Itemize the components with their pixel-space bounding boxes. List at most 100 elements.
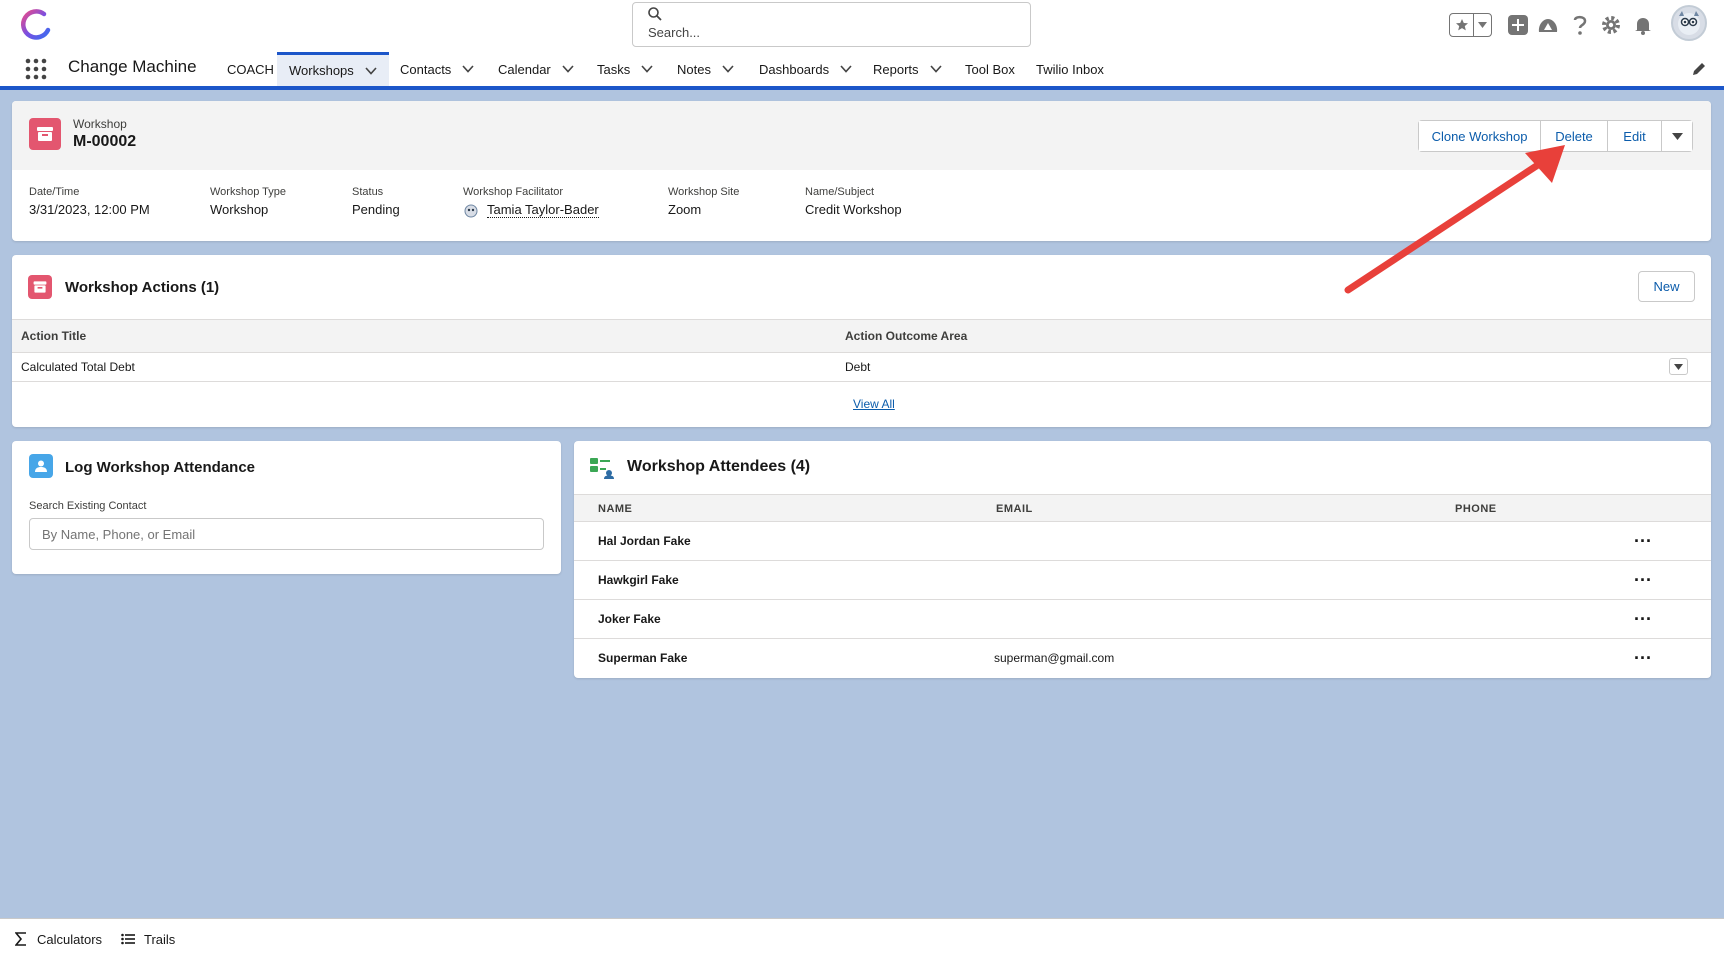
chevron-down-icon[interactable] xyxy=(839,62,853,76)
chevron-down-icon[interactable] xyxy=(561,62,575,76)
search-icon xyxy=(648,7,662,21)
table-row: Calculated Total Debt Debt xyxy=(12,353,1711,382)
table-row: Joker Fake ... xyxy=(574,600,1711,639)
table-row: Hal Jordan Fake ... xyxy=(574,522,1711,561)
action-title-cell[interactable]: Calculated Total Debt xyxy=(21,360,135,374)
star-icon[interactable] xyxy=(1450,14,1474,36)
delete-button[interactable]: Delete xyxy=(1540,121,1607,151)
field-label: Status xyxy=(352,186,384,198)
global-search-input[interactable]: Search... xyxy=(632,2,1031,47)
field-value: Zoom xyxy=(668,202,702,217)
chevron-down-icon xyxy=(1671,132,1683,140)
field-label: Name/Subject xyxy=(805,186,875,198)
more-actions-button[interactable] xyxy=(1661,121,1692,151)
field-status: Status Pending xyxy=(352,186,400,217)
clone-workshop-button[interactable]: Clone Workshop xyxy=(1419,121,1540,151)
nav-item-twilio-inbox[interactable]: Twilio Inbox xyxy=(1036,52,1104,86)
chevron-down-icon[interactable] xyxy=(364,64,378,78)
nav-item-calendar[interactable]: Calendar xyxy=(498,52,575,86)
attendees-icon xyxy=(589,456,615,480)
new-button[interactable]: New xyxy=(1638,271,1695,302)
chevron-down-icon[interactable] xyxy=(1474,14,1491,36)
row-more-button[interactable]: ... xyxy=(1628,605,1658,630)
log-attendance-card: Log Workshop Attendance Search Existing … xyxy=(12,441,561,574)
chevron-down-icon xyxy=(1674,363,1683,370)
field-workshop-type: Workshop Type Workshop xyxy=(210,186,286,217)
avatar[interactable] xyxy=(1671,5,1707,41)
record-name: M-00002 xyxy=(73,133,137,150)
nav-item-label: Workshops xyxy=(289,63,354,78)
attendee-name[interactable]: Hal Jordan Fake xyxy=(598,534,691,548)
user-avatar-icon xyxy=(464,204,478,218)
nav-item-label: Contacts xyxy=(400,61,452,77)
trailhead-icon[interactable] xyxy=(1536,13,1560,37)
nav-item-label: Tasks xyxy=(597,61,631,77)
row-actions-button[interactable] xyxy=(1669,358,1688,375)
column-header[interactable]: Action Title xyxy=(21,329,86,343)
utility-trails[interactable]: Trails xyxy=(120,931,175,947)
utility-label: Calculators xyxy=(37,931,103,947)
column-header[interactable]: EMAIL xyxy=(996,503,1033,515)
bell-icon[interactable] xyxy=(1631,13,1655,37)
row-more-button[interactable]: ... xyxy=(1628,566,1658,591)
nav-item-label: Calendar xyxy=(498,61,551,77)
attendee-name[interactable]: Superman Fake xyxy=(598,651,687,665)
field-workshop-site: Workshop Site Zoom xyxy=(668,186,739,217)
nav-item-dashboards[interactable]: Dashboards xyxy=(759,52,853,86)
table-row: Superman Fake superman@gmail.com ... xyxy=(574,639,1711,678)
row-more-button[interactable]: ... xyxy=(1628,644,1658,669)
add-icon[interactable] xyxy=(1506,13,1530,37)
edit-button[interactable]: Edit xyxy=(1607,121,1661,151)
nav-item-workshops[interactable]: Workshops xyxy=(277,52,389,86)
favorites-button[interactable] xyxy=(1449,13,1492,37)
card-title[interactable]: Workshop Attendees (4) xyxy=(627,458,810,476)
gear-icon[interactable] xyxy=(1599,13,1623,37)
nav-item-notes[interactable]: Notes xyxy=(677,52,735,86)
column-header[interactable]: NAME xyxy=(598,503,632,515)
facilitator-name[interactable]: Tamia Taylor-Bader xyxy=(487,202,599,218)
app-launcher-icon[interactable] xyxy=(25,58,47,80)
chevron-down-icon[interactable] xyxy=(640,62,654,76)
chevron-down-icon[interactable] xyxy=(721,62,735,76)
facilitator-link[interactable]: Tamia Taylor-Bader xyxy=(463,202,599,218)
nav-item-label: Reports xyxy=(873,61,919,77)
field-label: Workshop Facilitator xyxy=(463,186,564,198)
nav-item-contacts[interactable]: Contacts xyxy=(400,52,475,86)
record-type-label: Workshop xyxy=(73,117,127,131)
nav-item-label: Notes xyxy=(677,61,711,77)
field-label: Workshop Type xyxy=(210,186,287,198)
global-header: Search... xyxy=(0,0,1724,52)
table-header: Action Title Action Outcome Area xyxy=(12,319,1711,353)
field-label: Workshop Site xyxy=(668,186,740,198)
attendee-name[interactable]: Hawkgirl Fake xyxy=(598,573,679,587)
attendee-name[interactable]: Joker Fake xyxy=(598,612,661,626)
nav-item-label: Twilio Inbox xyxy=(1036,61,1104,77)
utility-calculators[interactable]: Calculators xyxy=(13,931,102,947)
nav-item-label: Dashboards xyxy=(759,61,830,77)
view-all-link[interactable]: View All xyxy=(853,397,895,411)
column-header[interactable]: Action Outcome Area xyxy=(845,329,967,343)
nav-item-toolbox[interactable]: Tool Box xyxy=(965,52,1015,86)
field-facilitator: Workshop Facilitator Tamia Taylor-Bader xyxy=(463,186,599,218)
field-label: Date/Time xyxy=(29,186,80,198)
nav-item-label: Tool Box xyxy=(965,61,1015,77)
app-logo-icon[interactable] xyxy=(18,8,54,44)
workshop-actions-card: Workshop Actions (1) New Action Title Ac… xyxy=(12,255,1711,427)
nav-item-reports[interactable]: Reports xyxy=(873,52,943,86)
pencil-icon[interactable] xyxy=(1691,61,1707,77)
search-contact-label: Search Existing Contact xyxy=(29,500,147,512)
list-icon xyxy=(120,931,136,947)
card-title[interactable]: Workshop Actions (1) xyxy=(65,279,219,296)
app-name: Change Machine xyxy=(68,57,197,76)
nav-item-coach[interactable]: COACH xyxy=(227,52,274,86)
action-area-cell: Debt xyxy=(845,360,871,374)
nav-item-tasks[interactable]: Tasks xyxy=(597,52,654,86)
row-more-button[interactable]: ... xyxy=(1628,527,1658,552)
help-icon[interactable] xyxy=(1568,13,1592,37)
column-header[interactable]: PHONE xyxy=(1455,503,1497,515)
chevron-down-icon[interactable] xyxy=(929,62,943,76)
chevron-down-icon[interactable] xyxy=(461,62,475,76)
contact-search-input[interactable] xyxy=(29,518,544,550)
search-placeholder: Search... xyxy=(648,25,701,40)
utility-label: Trails xyxy=(144,931,176,947)
